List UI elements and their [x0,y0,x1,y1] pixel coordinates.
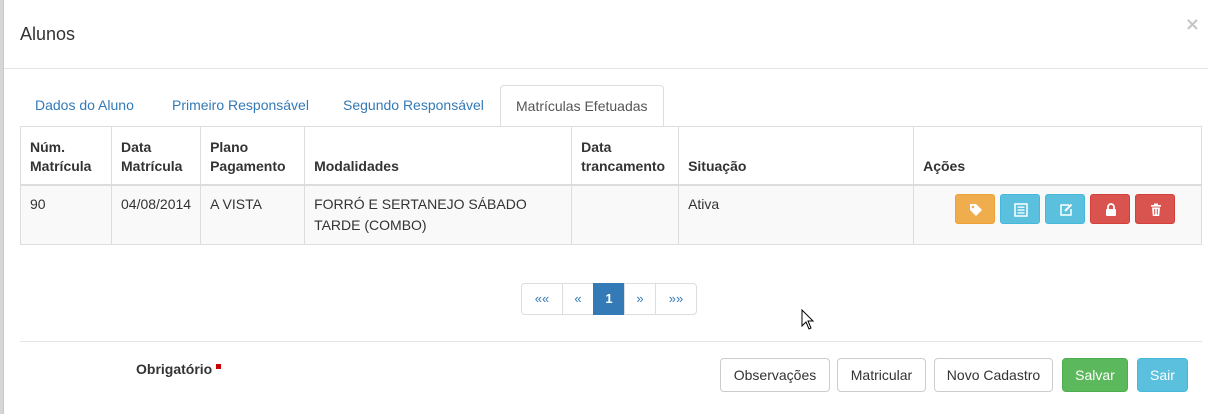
lock-button[interactable] [1089,194,1130,224]
list-icon [1014,203,1028,217]
page-current-button[interactable]: 1 [593,283,625,315]
table-header-row: Núm. Matrícula Data Matrícula Plano Pagamen… [20,126,1202,186]
mouse-cursor-icon [801,309,815,330]
modal-title: Alunos [20,24,76,44]
pagination: «« « 1 » »» [521,283,697,315]
tab-dados-do-aluno[interactable]: Dados do Aluno [20,85,149,126]
tab-segundo-responsavel[interactable]: Segundo Responsável [328,85,499,126]
cell-acoes [913,184,1202,245]
required-legend: Obrigatório [136,361,222,377]
required-marker-icon [216,364,222,369]
novo-cadastro-button[interactable]: Novo Cadastro [934,358,1053,392]
col-situacao: Situação [678,126,915,186]
page-last-button[interactable]: »» [655,283,697,315]
page-first-button[interactable]: «« [521,283,563,315]
matricular-button[interactable]: Matricular [837,358,926,392]
close-button[interactable]: × [1185,14,1200,35]
lock-icon [1105,203,1116,216]
table-row: 90 04/08/2014 A VISTA FORRÓ E SERTANEJO … [20,184,1202,245]
edit-button[interactable] [1044,194,1085,224]
delete-button[interactable] [1134,194,1175,224]
details-button[interactable] [999,194,1040,224]
col-acoes: Ações [913,126,1202,186]
cell-num: 90 [20,184,112,245]
tag-icon [969,204,982,216]
col-modalidades: Modalidades [304,126,573,186]
alunos-modal: Alunos × Dados do Aluno Primeiro Respons… [3,0,1208,414]
col-data-matricula: Data Matrícula [110,126,202,186]
tab-primeiro-responsavel[interactable]: Primeiro Responsável [157,85,324,126]
cell-situacao: Ativa [678,184,915,245]
cell-data: 04/08/2014 [110,184,202,245]
modal-header: Alunos × [4,0,1208,69]
trash-icon [1150,203,1161,216]
salvar-button[interactable]: Salvar [1062,358,1128,392]
col-data-trancamento: Data trancamento [571,126,680,186]
col-num-matricula: Núm. Matrícula [20,126,112,186]
required-label: Obrigatório [136,361,213,377]
matriculas-table: Núm. Matrícula Data Matrícula Plano Pagamen… [20,126,1202,245]
edit-icon [1060,203,1072,216]
cell-trancamento [571,184,680,245]
observacoes-button[interactable]: Observações [720,358,830,392]
footer-divider [20,341,1202,342]
cell-plano: A VISTA [200,184,306,245]
tab-matriculas-efetuadas[interactable]: Matrículas Efetuadas [500,85,664,127]
tag-button[interactable] [954,194,995,224]
col-plano-pagamento: Plano Pagamento [200,126,306,186]
sair-button[interactable]: Sair [1137,358,1188,392]
tab-bar: Dados do Aluno Primeiro Responsável Segu… [20,85,1202,127]
page-next-button[interactable]: » [624,283,656,315]
cell-modalidades: FORRÓ E SERTANEJO SÁBADO TARDE (COMBO) [304,184,573,245]
page-prev-button[interactable]: « [562,283,594,315]
